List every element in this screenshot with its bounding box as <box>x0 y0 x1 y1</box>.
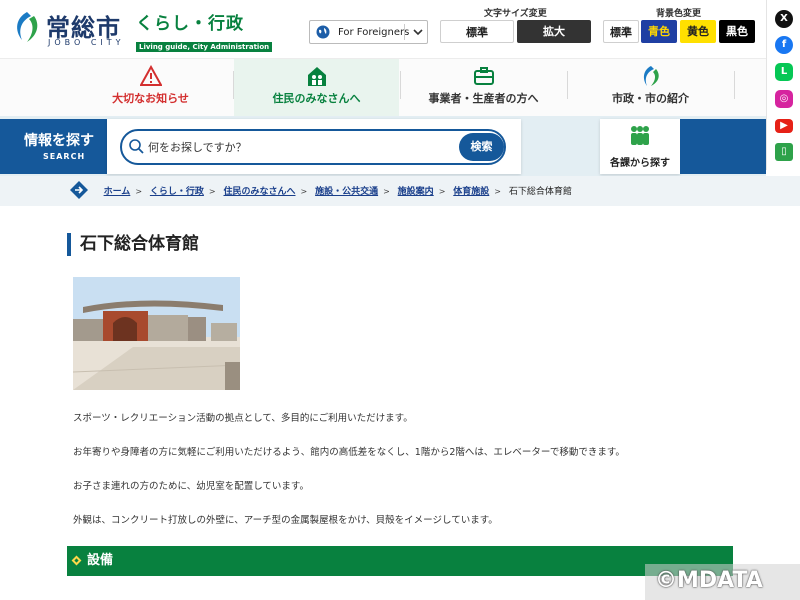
instagram-icon[interactable]: ◎ <box>775 90 793 108</box>
chevron-down-icon <box>413 29 423 36</box>
section-title: くらし・行政 Living guide, City Administration <box>136 9 273 53</box>
search-button[interactable]: 検索 <box>459 133 504 161</box>
warning-icon <box>139 65 162 86</box>
gymnasium-photo <box>73 277 240 390</box>
people-icon <box>631 126 649 145</box>
bg-black-button[interactable]: 黒色 <box>719 20 755 43</box>
search-heading: 情報を探す SEARCH <box>0 119 107 174</box>
breadcrumb-sports-facilities[interactable]: 体育施設 <box>453 187 489 197</box>
breadcrumb-separator: > <box>494 187 501 196</box>
x-icon[interactable]: X <box>775 10 793 28</box>
search-box: 検索 <box>107 119 521 174</box>
watermark-text: ©MDATA <box>655 568 763 593</box>
paragraph: 外観は、コンクリート打放しの外壁に、アーチ型の金属製屋根をかけ、貝殻をイメージし… <box>73 515 498 526</box>
page-title: 石下総合体育館 <box>67 233 199 256</box>
city-name-roman: JOBO CITY <box>48 38 125 47</box>
breadcrumb-home[interactable]: ホーム <box>104 187 131 197</box>
bookmark-icon[interactable]: ▯ <box>775 143 793 161</box>
house-people-icon <box>307 67 326 86</box>
nav-label: 大切なお知らせ <box>112 92 189 105</box>
diamond-bullet-icon <box>71 555 82 566</box>
section-heading-text: 設備 <box>87 553 114 568</box>
bg-yellow-button[interactable]: 黄色 <box>680 20 716 43</box>
search-heading-en: SEARCH <box>43 152 86 161</box>
search-by-department-button[interactable]: 各課から探す <box>600 119 680 174</box>
breadcrumb-residents[interactable]: 住民のみなさんへ <box>223 187 295 197</box>
briefcase-icon <box>473 67 494 85</box>
font-size-large-button[interactable]: 拡大 <box>517 20 591 43</box>
watermark: ©MDATA <box>645 564 800 600</box>
select-divider <box>404 24 405 40</box>
globe-icon <box>316 25 330 39</box>
breadcrumb-living[interactable]: くらし・行政 <box>150 187 204 197</box>
nav-item-important-notices[interactable]: 大切なお知らせ <box>68 59 233 117</box>
breadcrumb-separator: > <box>208 187 216 196</box>
for-foreigners-label: For Foreigners <box>338 26 410 38</box>
font-size-caption: 文字サイズ変更 <box>484 9 547 19</box>
gymnasium-photo-image <box>73 277 240 390</box>
search-by-department-label: 各課から探す <box>610 158 670 169</box>
breadcrumb-separator: > <box>438 187 446 196</box>
site-header: 常総市 JOBO CITY くらし・行政 Living guide, City … <box>0 0 800 58</box>
breadcrumb-facilities-transport[interactable]: 施設・公共交通 <box>315 187 378 197</box>
bg-standard-button[interactable]: 標準 <box>603 20 639 43</box>
search-heading-text: 情報を探す <box>24 133 94 149</box>
search-input[interactable] <box>148 138 448 156</box>
section-heading-equipment: 設備 <box>67 546 733 576</box>
search-band: 情報を探す SEARCH 検索 各課から探す <box>0 116 766 176</box>
nav-label: 住民のみなさんへ <box>272 92 361 105</box>
city-logo[interactable]: 常総市 JOBO CITY <box>12 8 132 48</box>
for-foreigners-select[interactable]: For Foreigners <box>309 20 428 44</box>
line-icon[interactable]: L <box>775 63 793 81</box>
breadcrumb-separator: > <box>383 187 390 196</box>
nav-item-city-admin[interactable]: 市政・市の紹介 <box>568 59 733 117</box>
search-field[interactable]: 検索 <box>120 129 506 165</box>
breadcrumb-list: > ホーム> くらし・行政> 住民のみなさんへ> 施設・公共交通> 施設案内> … <box>84 184 572 197</box>
breadcrumb-facility-guide[interactable]: 施設案内 <box>398 187 434 197</box>
breadcrumb-separator: > <box>300 187 308 196</box>
city-leaf-icon <box>643 66 659 86</box>
nav-item-residents[interactable]: 住民のみなさんへ <box>234 59 399 117</box>
font-size-standard-button[interactable]: 標準 <box>440 20 514 43</box>
paragraph: お年寄りや身障者の方に気軽にご利用いただけるよう、館内の高低差をなくし、1階から… <box>73 447 625 458</box>
breadcrumb: > ホーム> くらし・行政> 住民のみなさんへ> 施設・公共交通> 施設案内> … <box>0 176 800 206</box>
global-nav: 大切なお知らせ 住民のみなさんへ 事業者・生産者の方へ 市政・市の紹介 <box>0 58 766 117</box>
social-sidebar: X f L ◎ ▶ ▯ <box>766 0 800 170</box>
city-logo-icon <box>17 12 38 42</box>
nav-divider <box>734 71 735 99</box>
breadcrumb-separator: > <box>135 187 143 196</box>
nav-label: 市政・市の紹介 <box>612 92 689 105</box>
bg-color-caption: 背景色変更 <box>656 9 702 19</box>
section-title-sub: Living guide, City Administration <box>136 42 273 52</box>
breadcrumb-current: 石下総合体育館 <box>508 187 572 197</box>
bg-blue-button[interactable]: 青色 <box>641 20 677 43</box>
nav-item-businesses[interactable]: 事業者・生産者の方へ <box>401 59 566 117</box>
search-icon <box>129 139 144 154</box>
nav-label: 事業者・生産者の方へ <box>428 92 539 105</box>
paragraph: スポーツ・レクリエーション活動の拠点として、多目的にご利用いただけます。 <box>73 413 413 424</box>
youtube-icon[interactable]: ▶ <box>775 119 793 133</box>
facebook-icon[interactable]: f <box>775 36 793 54</box>
section-title-main: くらし・行政 <box>136 14 244 34</box>
paragraph: お子さま連れの方のために、幼児室を配置しています。 <box>73 481 309 492</box>
department-panel-edge <box>680 119 766 174</box>
